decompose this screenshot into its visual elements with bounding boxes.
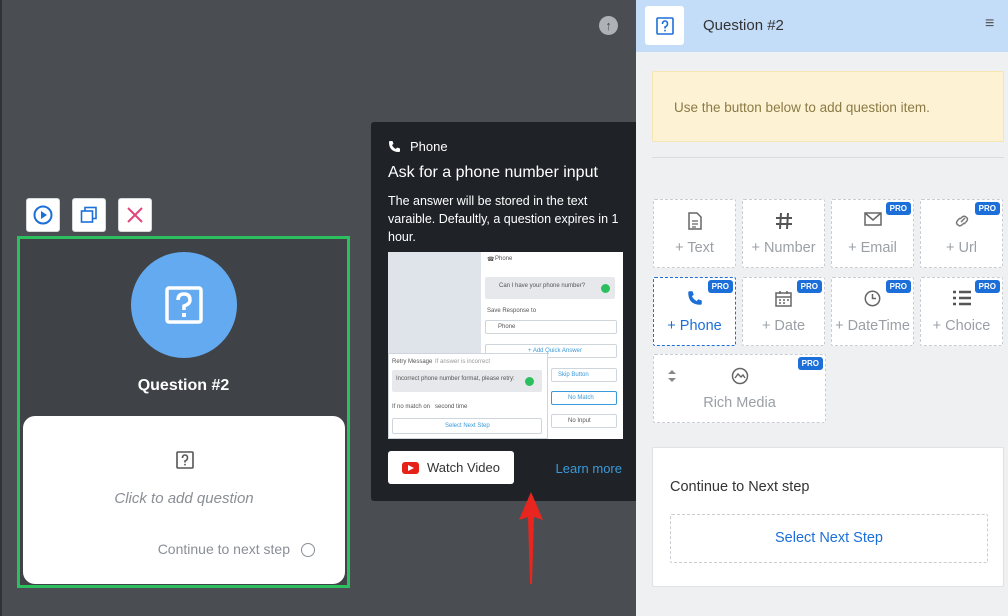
tile-label: + Choice: [932, 318, 991, 334]
node-avatar: [131, 252, 237, 358]
scroll-up-icon[interactable]: ↑: [599, 16, 618, 35]
youtube-icon: [402, 461, 419, 474]
delete-button[interactable]: [118, 198, 152, 232]
add-choice-button[interactable]: PRO + Choice: [920, 277, 1003, 346]
tile-label: + DateTime: [835, 318, 910, 334]
phone-info-tooltip: Phone Ask for a phone number input The a…: [371, 122, 640, 501]
link-icon: [921, 212, 1002, 230]
envelope-icon: [832, 212, 913, 226]
add-email-button[interactable]: PRO + Email: [831, 199, 914, 268]
add-number-button[interactable]: + Number: [742, 199, 825, 268]
tile-label: + Phone: [667, 318, 722, 334]
tooltip-title: Ask for a phone number input: [388, 164, 598, 181]
preview-check-icon: [601, 284, 610, 293]
add-phone-button[interactable]: PRO + Phone: [653, 277, 736, 346]
add-datetime-button[interactable]: PRO + DateTime: [831, 277, 914, 346]
question-settings-panel: Question #2 ≡ Use the button below to ad…: [636, 0, 1008, 616]
divider: [652, 157, 1004, 158]
preview-select-next: Select Next Step: [392, 418, 542, 434]
phone-icon: [389, 141, 400, 152]
add-date-button[interactable]: PRO + Date: [742, 277, 825, 346]
preview-skip-button: Skip Button: [551, 368, 617, 382]
tile-label: + Email: [848, 240, 897, 256]
list-icon: [921, 290, 1002, 306]
select-next-step-button[interactable]: Select Next Step: [670, 514, 988, 563]
preview-no-match: No Match: [551, 391, 617, 405]
add-rich-media-button[interactable]: PRO Rich Media: [653, 354, 826, 423]
tooltip-preview-image: ☎ Phone Can I have your phone number? Sa…: [388, 252, 623, 439]
add-question-placeholder[interactable]: Click to add question: [23, 490, 345, 507]
preview-retry-panel: Retry Message If answer is incorrect Inc…: [388, 353, 548, 439]
watch-video-label: Watch Video: [427, 460, 500, 475]
tile-label: Rich Media: [703, 395, 776, 411]
preview-no-input-label: No Input: [568, 418, 591, 424]
question-icon: [645, 6, 684, 45]
info-notice: Use the button below to add question ite…: [652, 71, 1004, 142]
add-text-button[interactable]: + Text: [653, 199, 736, 268]
preview-retry-label: Retry Message: [392, 359, 433, 365]
tile-label: + Number: [751, 240, 816, 256]
preview-phone-icon: ☎: [487, 257, 495, 263]
close-icon: [127, 207, 143, 223]
preview-channel: Phone: [495, 256, 513, 262]
media-icon: [654, 367, 825, 385]
preview-save-label: Save Response to: [487, 308, 537, 314]
tile-label: + Date: [761, 318, 806, 334]
clock-icon: [832, 290, 913, 307]
tile-label: + Text: [675, 240, 714, 256]
preview-question: Can I have your phone number?: [499, 283, 586, 289]
duplicate-button[interactable]: [72, 198, 106, 232]
continue-label: Continue to next step: [157, 541, 290, 557]
question-icon: [176, 451, 194, 474]
red-up-arrow-icon: [519, 492, 543, 584]
tooltip-description: The answer will be stored in the text va…: [388, 194, 619, 244]
learn-more-link[interactable]: Learn more: [556, 461, 622, 476]
preview-no-input: No Input: [551, 414, 617, 428]
copy-icon: [80, 206, 97, 223]
panel-header: Question #2 ≡: [636, 0, 1008, 52]
preview-retry-text: Incorrect phone number format, please re…: [396, 376, 515, 382]
phone-icon: [654, 290, 735, 306]
preview-retry-hint: If answer is incorrect: [435, 359, 491, 365]
next-step-section: Continue to Next step Select Next Step: [652, 447, 1004, 587]
tooltip-header-label: Phone: [410, 139, 448, 154]
next-step-title: Continue to Next step: [670, 479, 810, 495]
preview-select-next-label: Select Next Step: [445, 423, 490, 429]
next-step-connector[interactable]: [301, 543, 315, 557]
calendar-icon: [743, 290, 824, 307]
panel-title[interactable]: Question #2: [703, 17, 784, 34]
question-icon: [165, 286, 203, 324]
preview-if-no-match: If no match on: [392, 404, 431, 410]
preview-check-icon: [525, 377, 534, 386]
tile-label: + Url: [945, 240, 978, 256]
watch-video-button[interactable]: Watch Video: [388, 451, 514, 484]
preview-question-bubble: Can I have your phone number?: [485, 277, 615, 299]
preview-skip-label: Skip Button: [558, 372, 589, 378]
preview-no-match-label: No Match: [568, 395, 594, 401]
preview-retry-bubble: Incorrect phone number format, please re…: [392, 370, 542, 392]
hash-icon: [743, 212, 824, 230]
tooltip-header: Phone: [388, 139, 448, 154]
preview-save-select: Phone: [485, 320, 617, 334]
node-title: Question #2: [137, 377, 230, 394]
preview-second-time: second time: [435, 404, 468, 410]
preview-button[interactable]: [26, 198, 60, 232]
play-icon: [33, 205, 53, 225]
node-question-card[interactable]: Click to add question Continue to next s…: [23, 416, 345, 584]
add-url-button[interactable]: PRO + Url: [920, 199, 1003, 268]
preview-save-value: Phone: [498, 324, 516, 330]
text-doc-icon: [654, 212, 735, 230]
menu-icon[interactable]: ≡: [985, 15, 994, 33]
question-node[interactable]: Question #2 Click to add question Contin…: [17, 236, 350, 588]
